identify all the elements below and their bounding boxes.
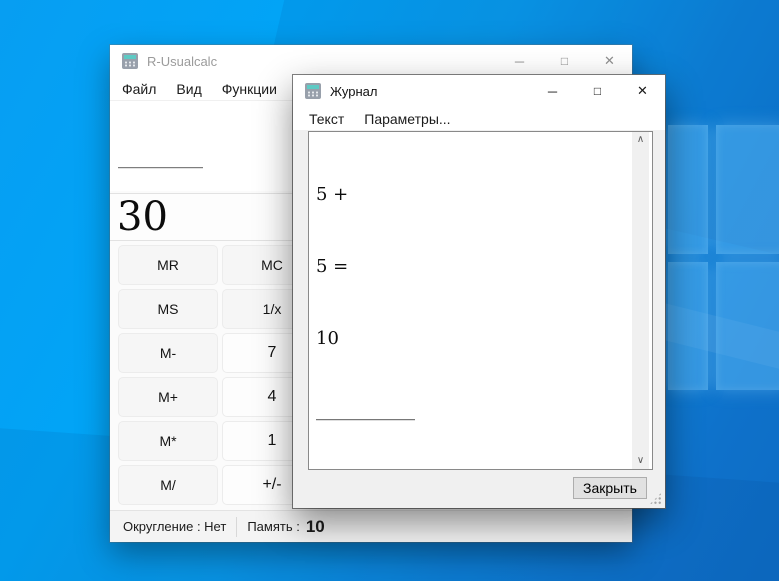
menu-functions[interactable]: Функции bbox=[212, 81, 287, 97]
journal-app-icon bbox=[305, 83, 321, 99]
windows-logo-pane bbox=[668, 125, 708, 254]
button-m-multiply[interactable]: M* bbox=[118, 421, 218, 461]
calculator-statusbar: Округление : Нет Память : 10 bbox=[110, 510, 632, 542]
minimize-icon[interactable]: ─ bbox=[497, 45, 542, 77]
button-mr[interactable]: MR bbox=[118, 245, 218, 285]
journal-menubar: Текст Параметры... bbox=[293, 107, 665, 131]
calculator-caption-buttons: ─ □ ✕ bbox=[497, 45, 632, 77]
button-m-minus[interactable]: M- bbox=[118, 333, 218, 373]
windows-logo-pane bbox=[668, 262, 708, 390]
button-ms[interactable]: MS bbox=[118, 289, 218, 329]
menu-text[interactable]: Текст bbox=[299, 111, 354, 127]
journal-line: 10 bbox=[316, 328, 339, 349]
vertical-scrollbar[interactable]: ∧ ∨ bbox=[632, 132, 649, 469]
maximize-icon[interactable]: □ bbox=[575, 75, 620, 107]
status-memory-label: Память : bbox=[247, 519, 300, 534]
journal-line: ___________ bbox=[316, 400, 415, 421]
journal-titlebar[interactable]: Журнал ─ □ ✕ bbox=[293, 75, 665, 107]
journal-line: 5 + bbox=[316, 184, 349, 205]
close-icon[interactable]: ✕ bbox=[620, 75, 665, 107]
resize-grip[interactable] bbox=[649, 492, 662, 505]
menu-view[interactable]: Вид bbox=[166, 81, 211, 97]
minimize-icon[interactable]: ─ bbox=[530, 75, 575, 107]
status-separator bbox=[236, 516, 238, 537]
maximize-icon[interactable]: □ bbox=[542, 45, 587, 77]
menu-file[interactable]: Файл bbox=[112, 81, 166, 97]
journal-line: 5 = bbox=[316, 256, 349, 277]
button-m-plus[interactable]: M+ bbox=[118, 377, 218, 417]
status-memory-value: 10 bbox=[305, 516, 325, 536]
scroll-up-icon[interactable]: ∧ bbox=[637, 135, 644, 145]
button-m-divide[interactable]: M/ bbox=[118, 465, 218, 505]
journal-text-area[interactable]: 5 + 5 = 10 ___________ 10 + 20 = 30 bbox=[308, 131, 653, 470]
calculator-app-icon bbox=[122, 53, 138, 69]
windows-logo-pane bbox=[716, 262, 779, 390]
journal-window: Журнал ─ □ ✕ Текст Параметры... 5 + 5 = … bbox=[293, 75, 665, 508]
calculator-titlebar[interactable]: R-Usualcalc ─ □ ✕ bbox=[110, 45, 632, 77]
windows-logo-pane bbox=[716, 125, 779, 254]
menu-parameters[interactable]: Параметры... bbox=[354, 111, 460, 127]
close-journal-button[interactable]: Закрыть bbox=[573, 477, 647, 499]
status-rounding: Округление : Нет bbox=[123, 519, 227, 534]
calculator-window-title: R-Usualcalc bbox=[147, 53, 218, 69]
journal-window-title: Журнал bbox=[330, 83, 378, 99]
close-icon[interactable]: ✕ bbox=[587, 45, 632, 77]
scroll-down-icon[interactable]: ∨ bbox=[637, 456, 644, 466]
journal-caption-buttons: ─ □ ✕ bbox=[530, 75, 665, 107]
